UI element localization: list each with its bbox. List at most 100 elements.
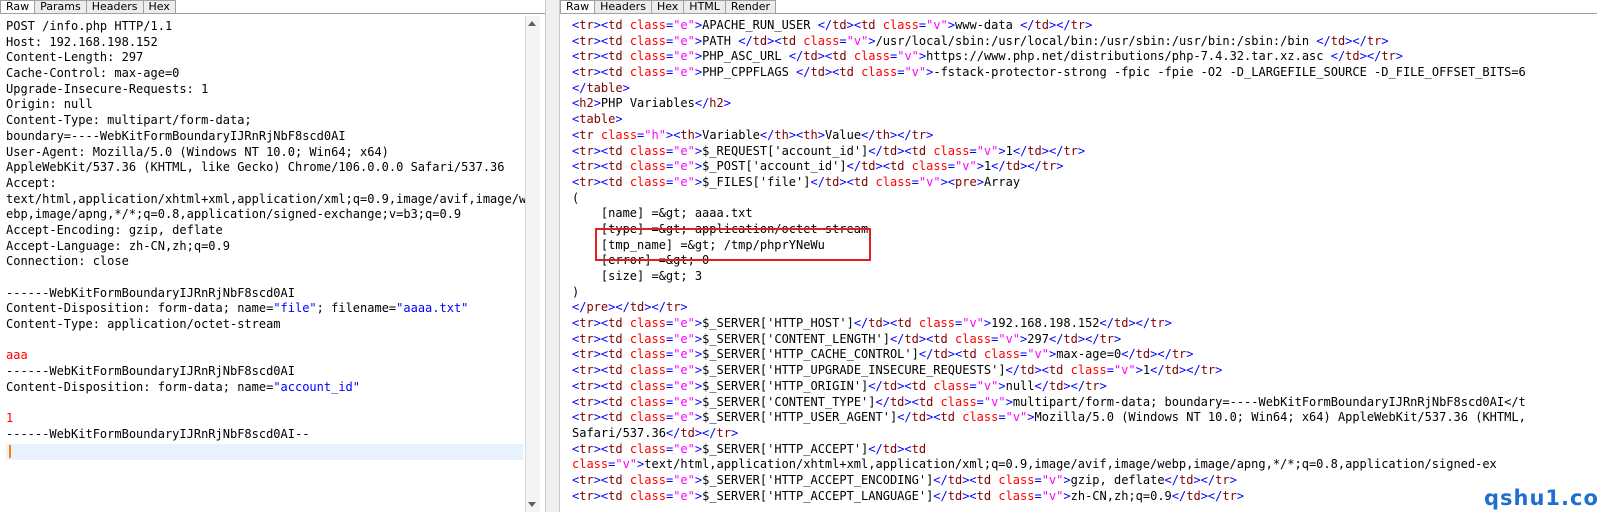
code-token: td [832, 49, 854, 64]
response-line: <tr><td class="e">$_FILES['file']</td><t… [572, 175, 1597, 191]
code-token: </ [788, 49, 804, 64]
code-token: </ [853, 316, 869, 331]
code-token: class [629, 347, 666, 362]
tab-raw[interactable]: Raw [560, 0, 596, 14]
response-line: </pre></td></tr> [572, 300, 1597, 316]
code-token: = [969, 378, 977, 393]
code-token: class [629, 472, 666, 487]
code-token: td [839, 65, 862, 80]
code-token: td [1048, 378, 1064, 393]
code-token: "v" [918, 174, 941, 189]
code-token: https://www.php.net/distributions/php-7.… [926, 49, 1331, 64]
code-token: >< [962, 472, 977, 487]
code-token: tr [579, 378, 594, 393]
code-token: 1 [6, 411, 14, 426]
code-token: td [832, 18, 847, 32]
code-token: class [629, 378, 666, 393]
code-token: tr [1200, 363, 1216, 378]
code-token: td [608, 347, 630, 362]
code-token: = [1034, 488, 1042, 503]
code-token: ></ [1179, 363, 1201, 378]
code-token: > [817, 127, 825, 142]
code-token: </ [1171, 488, 1187, 503]
code-token: </ [868, 143, 883, 158]
code-token: Connection: close [6, 254, 129, 269]
response-line: <tr><td class="e">$_SERVER['HTTP_ACCEPT_… [572, 489, 1597, 505]
tab-headers[interactable]: Headers [85, 0, 144, 13]
code-token: td [897, 316, 919, 331]
pane-splitter[interactable] [545, 0, 560, 512]
code-token: td [629, 300, 645, 315]
code-token: ------WebKitFormBoundaryIJRnRjNbF8scd0AI… [6, 426, 310, 441]
code-token: Content-Length: 297 [6, 50, 144, 65]
request-line: Content-Disposition: form-data; name="fi… [6, 301, 545, 317]
code-token: >< [593, 18, 609, 32]
code-token: td [680, 425, 695, 440]
response-line: </table> [572, 81, 1597, 97]
response-line: [tmp_name] =&gt; /tmp/phprYNeWu [572, 238, 1597, 254]
code-token: > [1077, 143, 1086, 158]
code-token: /usr/local/sbin:/usr/local/bin:/usr/sbin… [875, 33, 1317, 48]
code-token: "e" [673, 347, 695, 362]
code-token: class [629, 363, 666, 378]
tab-raw[interactable]: Raw [0, 0, 36, 14]
code-token: >< [824, 65, 840, 80]
code-token: ></ [1193, 472, 1216, 487]
tab-headers[interactable]: Headers [594, 0, 652, 13]
code-token: $_SERVER['HTTP_UPGRADE_INSECURE_REQUESTS… [702, 363, 1006, 378]
code-token: "e" [673, 143, 695, 158]
code-token: </ [759, 127, 775, 142]
code-token: class [933, 143, 970, 158]
code-token: > [622, 80, 630, 95]
code-token: $_SERVER['HTTP_ORIGIN'] [702, 378, 869, 393]
request-scrollbar[interactable] [525, 16, 540, 512]
code-token: "v" [846, 33, 869, 48]
tab-hex[interactable]: Hex [650, 0, 685, 13]
code-token: class [629, 410, 666, 425]
response-line: [error] =&gt; 0 [572, 253, 1597, 269]
tab-html[interactable]: HTML [683, 0, 726, 13]
code-token: > [1099, 378, 1107, 393]
code-token: </ [1316, 33, 1331, 48]
tab-hex[interactable]: Hex [142, 0, 176, 13]
code-token: tr [579, 159, 594, 174]
code-token: "e" [673, 174, 695, 189]
code-token: Mozilla/5.0 (Windows NT 10.0; Win64; x64… [1034, 410, 1526, 425]
tab-render[interactable]: Render [724, 0, 777, 13]
request-line: Content-Type: application/octet-stream [6, 317, 545, 333]
code-token: >< [897, 378, 912, 393]
code-token: "v" [1041, 472, 1064, 487]
code-token: class [629, 143, 666, 158]
code-token: "v" [897, 49, 919, 64]
code-token: </ [933, 488, 948, 503]
code-token: h2 [579, 96, 594, 111]
code-token: tr [579, 410, 594, 425]
code-token: </ [889, 331, 905, 346]
request-editor[interactable]: POST /info.php HTTP/1.1 Host: 192.168.198… [6, 19, 545, 512]
code-token: </ [897, 410, 912, 425]
code-token: [type] =&gt; application/octet-stream [572, 221, 869, 236]
code-token: table [586, 80, 623, 95]
code-token: td [608, 441, 630, 456]
code-token: >< [593, 174, 609, 189]
code-token: [size] =&gt; 3 [572, 269, 703, 283]
code-token: class [803, 33, 840, 48]
tab-params[interactable]: Params [34, 0, 87, 13]
code-token: </ [1150, 363, 1165, 378]
code-token: ></ [889, 127, 912, 142]
code-token: > [593, 96, 601, 111]
response-tabs: Raw Headers Hex HTML Render [560, 0, 777, 14]
response-line: <tr><td class="e">PHP_ASC_URL </td><td c… [572, 49, 1597, 65]
code-token: > [1236, 488, 1245, 503]
code-token: "e" [673, 18, 695, 32]
code-token: > [730, 425, 739, 440]
code-token: >< [962, 488, 977, 503]
code-token: td [608, 174, 630, 189]
scroll-up-arrow-icon[interactable] [528, 21, 536, 26]
code-token: tr [1150, 316, 1165, 331]
code-token: max-age=0 [1056, 347, 1122, 362]
response-editor[interactable]: <tr><td class="e">APACHE_RUN_USER </td><… [572, 18, 1597, 512]
scroll-down-arrow-icon[interactable] [528, 502, 536, 507]
request-line: Content-Type: multipart/form-data; [6, 113, 545, 129]
code-token: td [940, 410, 963, 425]
